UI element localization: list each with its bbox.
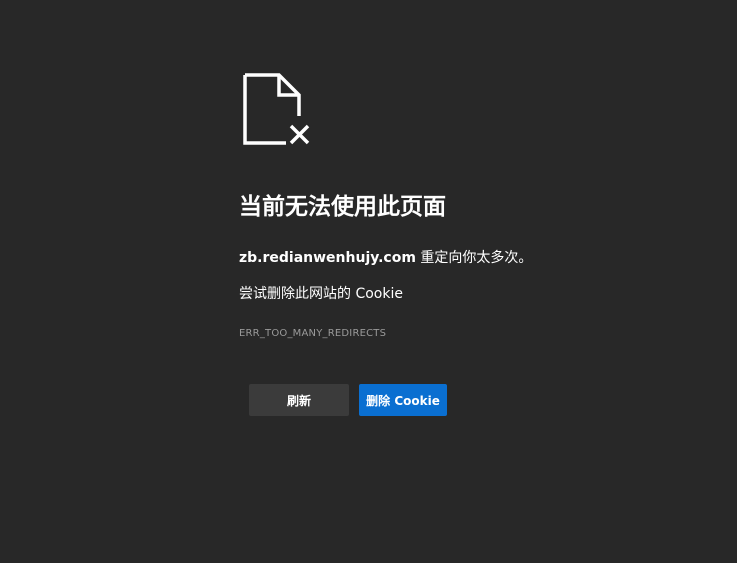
error-code: ERR_TOO_MANY_REDIRECTS bbox=[239, 328, 387, 339]
error-message: zb.redianwenhujy.com 重定向你太多次。 bbox=[239, 248, 532, 268]
broken-document-icon bbox=[243, 73, 310, 145]
error-host: zb.redianwenhujy.com bbox=[239, 250, 416, 266]
error-page: 当前无法使用此页面 zb.redianwenhujy.com 重定向你太多次。 … bbox=[0, 0, 737, 563]
refresh-button[interactable]: 刷新 bbox=[249, 384, 349, 416]
delete-cookie-button[interactable]: 删除 Cookie bbox=[359, 384, 447, 416]
error-suggestion: 尝试删除此网站的 Cookie bbox=[239, 286, 403, 302]
error-message-text: 重定向你太多次。 bbox=[415, 250, 533, 266]
page-title: 当前无法使用此页面 bbox=[239, 194, 446, 220]
